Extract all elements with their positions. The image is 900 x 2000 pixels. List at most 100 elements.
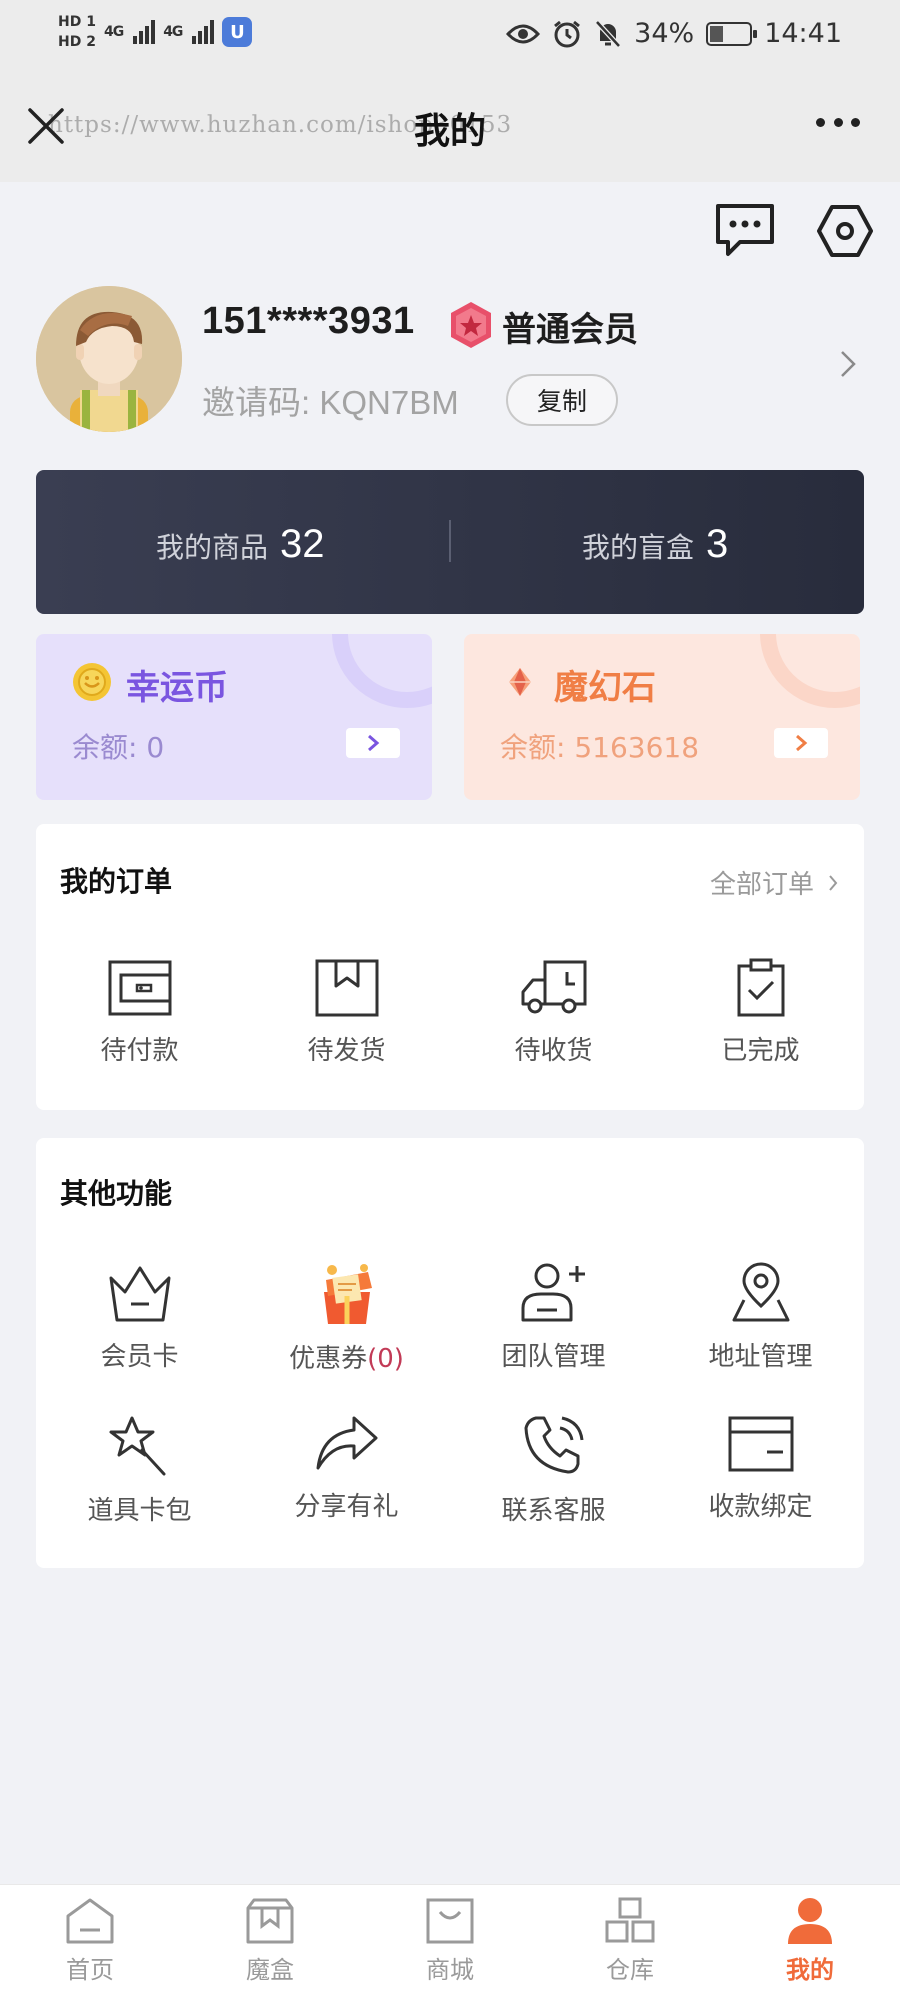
more-icon[interactable]	[816, 118, 860, 130]
order-pending-ship[interactable]: 待发货	[243, 958, 450, 1067]
customer-service-item[interactable]: 联系客服	[450, 1414, 657, 1527]
chevron-right-icon	[368, 734, 380, 752]
magic-stone-icon	[509, 668, 531, 696]
avatar-image	[36, 286, 182, 432]
my-goods-label: 我的商品	[156, 531, 269, 564]
warehouse-icon	[605, 1897, 655, 1943]
tab-mine[interactable]: 我的	[720, 1896, 900, 1985]
message-icon[interactable]	[714, 202, 776, 258]
page-title: 我的	[413, 111, 486, 152]
home-icon	[66, 1898, 114, 1944]
coupon-count: (0)	[367, 1344, 404, 1374]
my-goods-stat[interactable]: 我的商品 32	[156, 522, 325, 567]
profile-icon	[788, 1898, 832, 1944]
order-completed[interactable]: 已完成	[657, 958, 864, 1067]
function-label: 联系客服	[501, 1496, 606, 1526]
alarm-icon	[554, 20, 581, 47]
tab-magic-box[interactable]: 魔盒	[180, 1896, 360, 1985]
function-label: 道具卡包	[87, 1496, 192, 1526]
magic-stone-title: 魔幻石	[554, 668, 656, 708]
clock: 14:41	[764, 18, 842, 49]
user-phone: 151****3931	[202, 300, 415, 342]
copy-button[interactable]: 复制	[506, 374, 618, 426]
lucky-coin-card[interactable]: 幸运币 余额: 0	[36, 634, 432, 800]
card-icon	[728, 1416, 793, 1472]
shop-bag-icon	[426, 1898, 474, 1944]
payment-binding-item[interactable]: 收款绑定	[657, 1414, 864, 1523]
magic-stone-arrow-button[interactable]	[774, 728, 828, 758]
member-level: 普通会员	[502, 310, 638, 350]
avatar[interactable]	[36, 286, 182, 432]
function-label: 地址管理	[708, 1342, 813, 1372]
address-management-item[interactable]: 地址管理	[657, 1262, 864, 1373]
item-card-pack-item[interactable]: 道具卡包	[36, 1414, 243, 1527]
magic-stone-card[interactable]: 魔幻石 余额: 5163618	[464, 634, 860, 800]
tab-label: 仓库	[606, 1956, 654, 1984]
lucky-coin-icon	[73, 663, 111, 701]
order-label: 待收货	[514, 1036, 593, 1066]
mute-bell-icon	[595, 19, 622, 48]
order-label: 已完成	[721, 1036, 800, 1066]
tab-warehouse[interactable]: 仓库	[540, 1896, 720, 1985]
settings-icon[interactable]	[816, 202, 874, 260]
all-orders-link[interactable]: 全部订单	[710, 864, 838, 901]
crown-icon	[109, 1266, 170, 1322]
invite-code: 邀请码: KQN7BM	[202, 384, 459, 421]
member-badge-icon	[451, 302, 491, 348]
eye-icon	[506, 24, 541, 43]
decor-ring	[332, 634, 432, 708]
my-goods-count: 32	[280, 522, 325, 566]
my-boxes-label: 我的盲盒	[582, 531, 695, 564]
orders-title: 我的订单	[60, 865, 173, 898]
magic-stone-balance: 余额: 5163618	[500, 731, 700, 764]
chevron-right-icon[interactable]	[838, 348, 858, 380]
orders-panel: 我的订单 全部订单 待付款 待发货 待收货 已完成	[36, 824, 864, 1110]
delivery-truck-icon	[521, 960, 586, 1014]
coupon-label: 优惠券(0)	[243, 1338, 450, 1375]
wallet-icon	[108, 960, 171, 1016]
battery-icon	[706, 21, 758, 46]
order-label: 待发货	[307, 1036, 386, 1066]
tab-label: 商城	[426, 1956, 474, 1984]
function-label: 团队管理	[501, 1342, 606, 1372]
network-label-1: 4G	[103, 24, 124, 40]
function-label: 收款绑定	[708, 1492, 813, 1522]
lucky-coin-arrow-button[interactable]	[346, 728, 400, 758]
lucky-coin-balance: 余额: 0	[72, 731, 165, 764]
decor-ring	[760, 634, 860, 708]
other-functions-title: 其他功能	[60, 1177, 173, 1210]
coupon-gift-icon	[323, 1264, 372, 1324]
stats-divider	[449, 520, 451, 562]
tab-label: 我的	[786, 1956, 834, 1984]
tab-home[interactable]: 首页	[0, 1896, 180, 1985]
box-icon	[246, 1898, 294, 1944]
hd2-label: HD 2	[58, 34, 96, 50]
tab-label: 首页	[66, 1956, 114, 1984]
coupon-item[interactable]: 优惠券(0)	[243, 1262, 450, 1375]
all-orders-label: 全部订单	[709, 870, 814, 900]
member-card-item[interactable]: 会员卡	[36, 1262, 243, 1373]
close-icon[interactable]	[26, 106, 66, 146]
lucky-coin-title: 幸运币	[126, 668, 228, 708]
my-boxes-stat[interactable]: 我的盲盒 3	[582, 522, 728, 567]
share-gift-item[interactable]: 分享有礼	[243, 1414, 450, 1523]
other-functions-panel: 其他功能 会员卡 优惠券(0) 团队管理 地址管理 道具卡包 分享有礼 联系客服…	[36, 1138, 864, 1568]
magic-wand-icon	[109, 1416, 165, 1476]
share-icon	[316, 1416, 377, 1470]
status-left: HD 1 HD 2 4G 4G U	[58, 14, 253, 50]
clipboard-check-icon	[737, 958, 784, 1017]
add-user-icon	[521, 1263, 585, 1322]
signal-icon-2	[192, 20, 215, 44]
order-pending-receipt[interactable]: 待收货	[450, 958, 657, 1067]
order-pending-payment[interactable]: 待付款	[36, 958, 243, 1067]
chevron-right-icon	[796, 734, 808, 752]
chevron-right-icon	[829, 874, 838, 891]
function-label: 分享有礼	[294, 1492, 399, 1522]
tab-mall[interactable]: 商城	[360, 1896, 540, 1985]
package-icon	[315, 959, 378, 1017]
status-right: 34% 14:41	[506, 18, 842, 49]
app-notification-icon: U	[222, 17, 253, 47]
team-management-item[interactable]: 团队管理	[450, 1262, 657, 1373]
network-label-2: 4G	[163, 24, 183, 40]
signal-icon	[133, 20, 156, 44]
